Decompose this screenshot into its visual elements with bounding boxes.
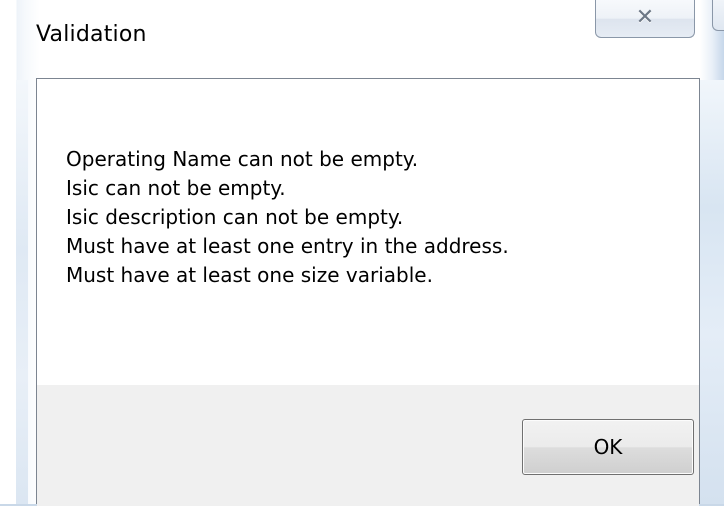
dialog-button-bar: OK: [37, 385, 699, 506]
close-button[interactable]: ✕: [595, 0, 695, 38]
validation-message: Operating Name can not be empty.: [66, 147, 419, 171]
validation-message-list: Operating Name can not be empty. Isic ca…: [66, 145, 509, 290]
ok-button[interactable]: OK: [522, 419, 694, 475]
window-frame-corner: [712, 0, 724, 31]
dialog-title: Validation: [36, 22, 147, 47]
dialog-client-area: Operating Name can not be empty. Isic ca…: [36, 78, 700, 506]
validation-message: Must have at least one size variable.: [66, 263, 433, 287]
validation-dialog-window: Validation ✕ Operating Name can not be e…: [0, 0, 724, 506]
validation-message: Must have at least one entry in the addr…: [66, 234, 509, 258]
window-frame-left: [16, 80, 28, 504]
window-frame-right: [700, 80, 724, 504]
close-icon: ✕: [635, 4, 655, 30]
validation-message: Isic description can not be empty.: [66, 205, 404, 229]
validation-message: Isic can not be empty.: [66, 176, 286, 200]
